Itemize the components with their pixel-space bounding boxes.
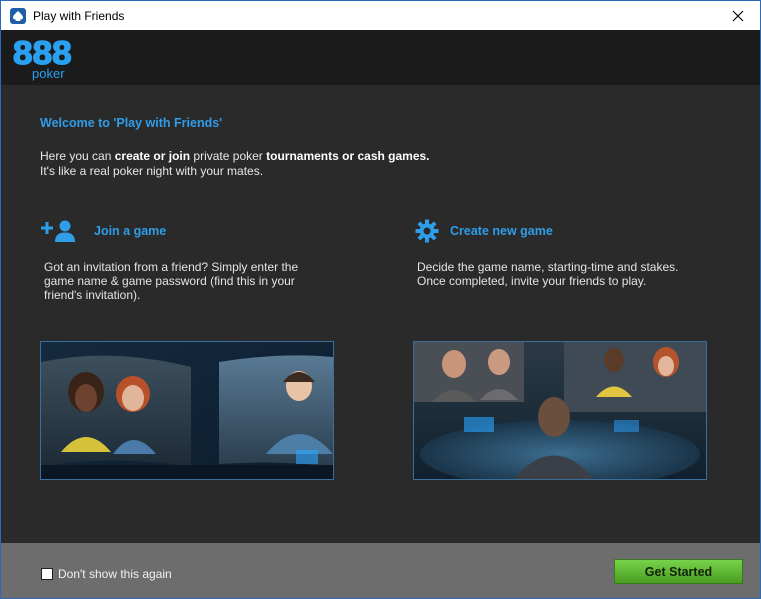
close-button[interactable]: [716, 1, 760, 30]
join-game-image: [40, 341, 334, 480]
dont-show-again-toggle[interactable]: Don't show this again: [41, 567, 172, 581]
title-bar: Play with Friends: [1, 1, 760, 30]
add-user-icon: [41, 220, 75, 242]
intro-line-2: It's like a real poker night with your m…: [40, 164, 264, 178]
brand-header: 888 poker: [1, 30, 760, 85]
join-desc-line: friend's invitation).: [44, 288, 141, 302]
create-game-image: [413, 341, 707, 480]
intro-text: Here you can create or join private poke…: [40, 149, 430, 179]
888poker-logo: 888 poker: [12, 38, 74, 83]
join-game-heading[interactable]: Join a game: [41, 219, 166, 243]
logo-word: poker: [32, 66, 65, 81]
dialog-window: Play with Friends 888 poker Welcome to '…: [0, 0, 761, 599]
create-desc-line: Decide the game name, starting-time and …: [417, 260, 679, 274]
create-game-description: Decide the game name, starting-time and …: [417, 260, 678, 288]
join-game-title: Join a game: [94, 224, 167, 238]
dont-show-again-label: Don't show this again: [58, 567, 172, 581]
close-icon: [732, 10, 744, 21]
poker-app-icon: [10, 7, 26, 24]
gear-icon: [415, 219, 439, 243]
welcome-heading: Welcome to 'Play with Friends': [40, 116, 223, 130]
dialog-footer: Don't show this again Get Started: [1, 543, 760, 598]
window-title: Play with Friends: [33, 8, 125, 23]
dont-show-again-checkbox[interactable]: [41, 568, 53, 580]
create-desc-line: Once completed, invite your friends to p…: [417, 274, 647, 288]
main-content: Welcome to 'Play with Friends' Here you …: [1, 85, 760, 543]
create-game-heading[interactable]: Create new game: [415, 219, 553, 243]
create-game-title: Create new game: [450, 224, 553, 238]
join-desc-line: Got an invitation from a friend? Simply …: [44, 260, 299, 274]
intro-line-1: Here you can create or join private poke…: [40, 149, 430, 163]
join-desc-line: game name & game password (find this in …: [44, 274, 295, 288]
get-started-button[interactable]: Get Started: [614, 559, 743, 584]
join-game-description: Got an invitation from a friend? Simply …: [44, 260, 298, 302]
